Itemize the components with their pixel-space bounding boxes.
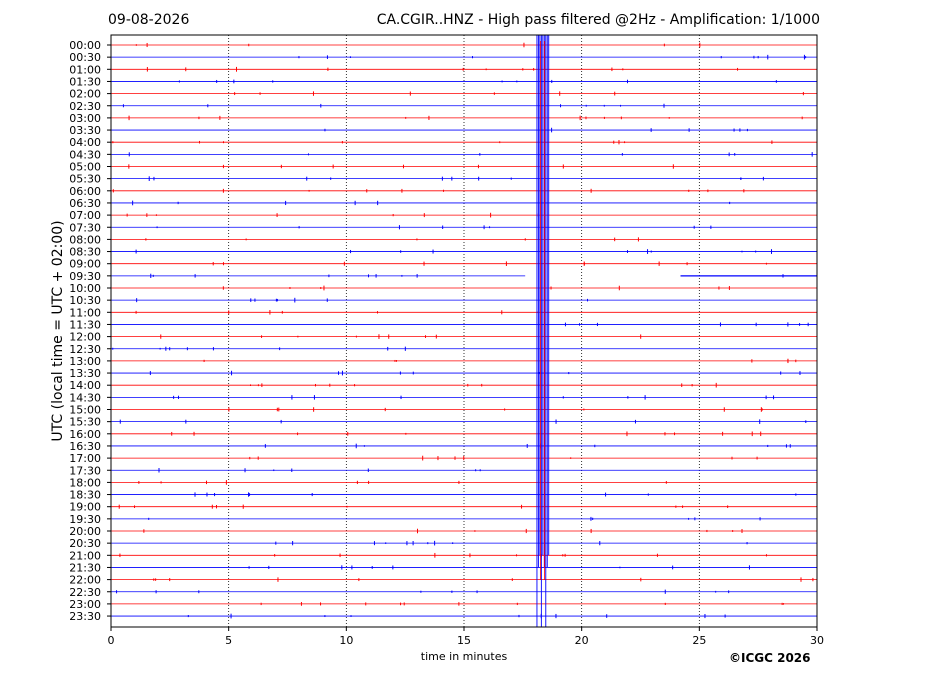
x-tick-label: 20 [575,634,589,647]
row-label: 14:00 [69,379,101,392]
row-label: 20:00 [69,525,101,538]
x-tick-label: 0 [108,634,115,647]
x-tick-label: 5 [225,634,232,647]
row-label: 05:30 [69,173,101,186]
row-label: 02:00 [69,88,101,101]
row-label: 07:30 [69,221,101,234]
row-label: 19:00 [69,501,101,514]
row-label: 01:00 [69,63,101,76]
row-label: 06:00 [69,185,101,198]
row-label: 15:30 [69,416,101,429]
row-label: 00:30 [69,51,101,64]
plot-frame [110,34,818,628]
row-label: 13:00 [69,355,101,368]
row-label: 02:30 [69,100,101,113]
row-label: 10:30 [69,294,101,307]
row-label: 13:30 [69,367,101,380]
row-label: 07:00 [69,209,101,222]
row-label: 22:00 [69,574,101,587]
row-label: 12:30 [69,343,101,356]
row-label: 11:30 [69,318,101,331]
row-label: 18:00 [69,476,101,489]
seismogram-plot: 00:0000:3001:0001:3002:0002:3003:0003:30… [69,34,824,647]
row-label: 06:30 [69,197,101,210]
row-label: 04:00 [69,136,101,149]
row-label: 10:00 [69,282,101,295]
row-label: 19:30 [69,513,101,526]
x-tick-label: 15 [457,634,471,647]
x-tick-label: 30 [810,634,824,647]
row-label: 21:30 [69,561,101,574]
row-label: 05:00 [69,161,101,174]
x-tick-label: 10 [339,634,353,647]
row-label: 18:30 [69,489,101,502]
row-label: 20:30 [69,537,101,550]
row-label: 03:00 [69,112,101,125]
row-label: 17:30 [69,464,101,477]
row-label: 09:30 [69,270,101,283]
row-label: 08:30 [69,246,101,259]
row-label: 14:30 [69,391,101,404]
row-label: 16:00 [69,428,101,441]
row-label: 11:00 [69,306,101,319]
row-label: 23:00 [69,598,101,611]
x-tick-label: 25 [692,634,706,647]
row-label: 03:30 [69,124,101,137]
row-label: 12:00 [69,331,101,344]
row-label: 17:00 [69,452,101,465]
row-label: 21:00 [69,549,101,562]
row-label: 08:00 [69,233,101,246]
row-label: 09:00 [69,258,101,271]
row-label: 15:00 [69,404,101,417]
row-label: 04:30 [69,148,101,161]
row-label: 01:30 [69,75,101,88]
row-label: 23:30 [69,610,101,623]
row-label: 00:00 [69,39,101,52]
row-label: 22:30 [69,586,101,599]
row-label: 16:30 [69,440,101,453]
